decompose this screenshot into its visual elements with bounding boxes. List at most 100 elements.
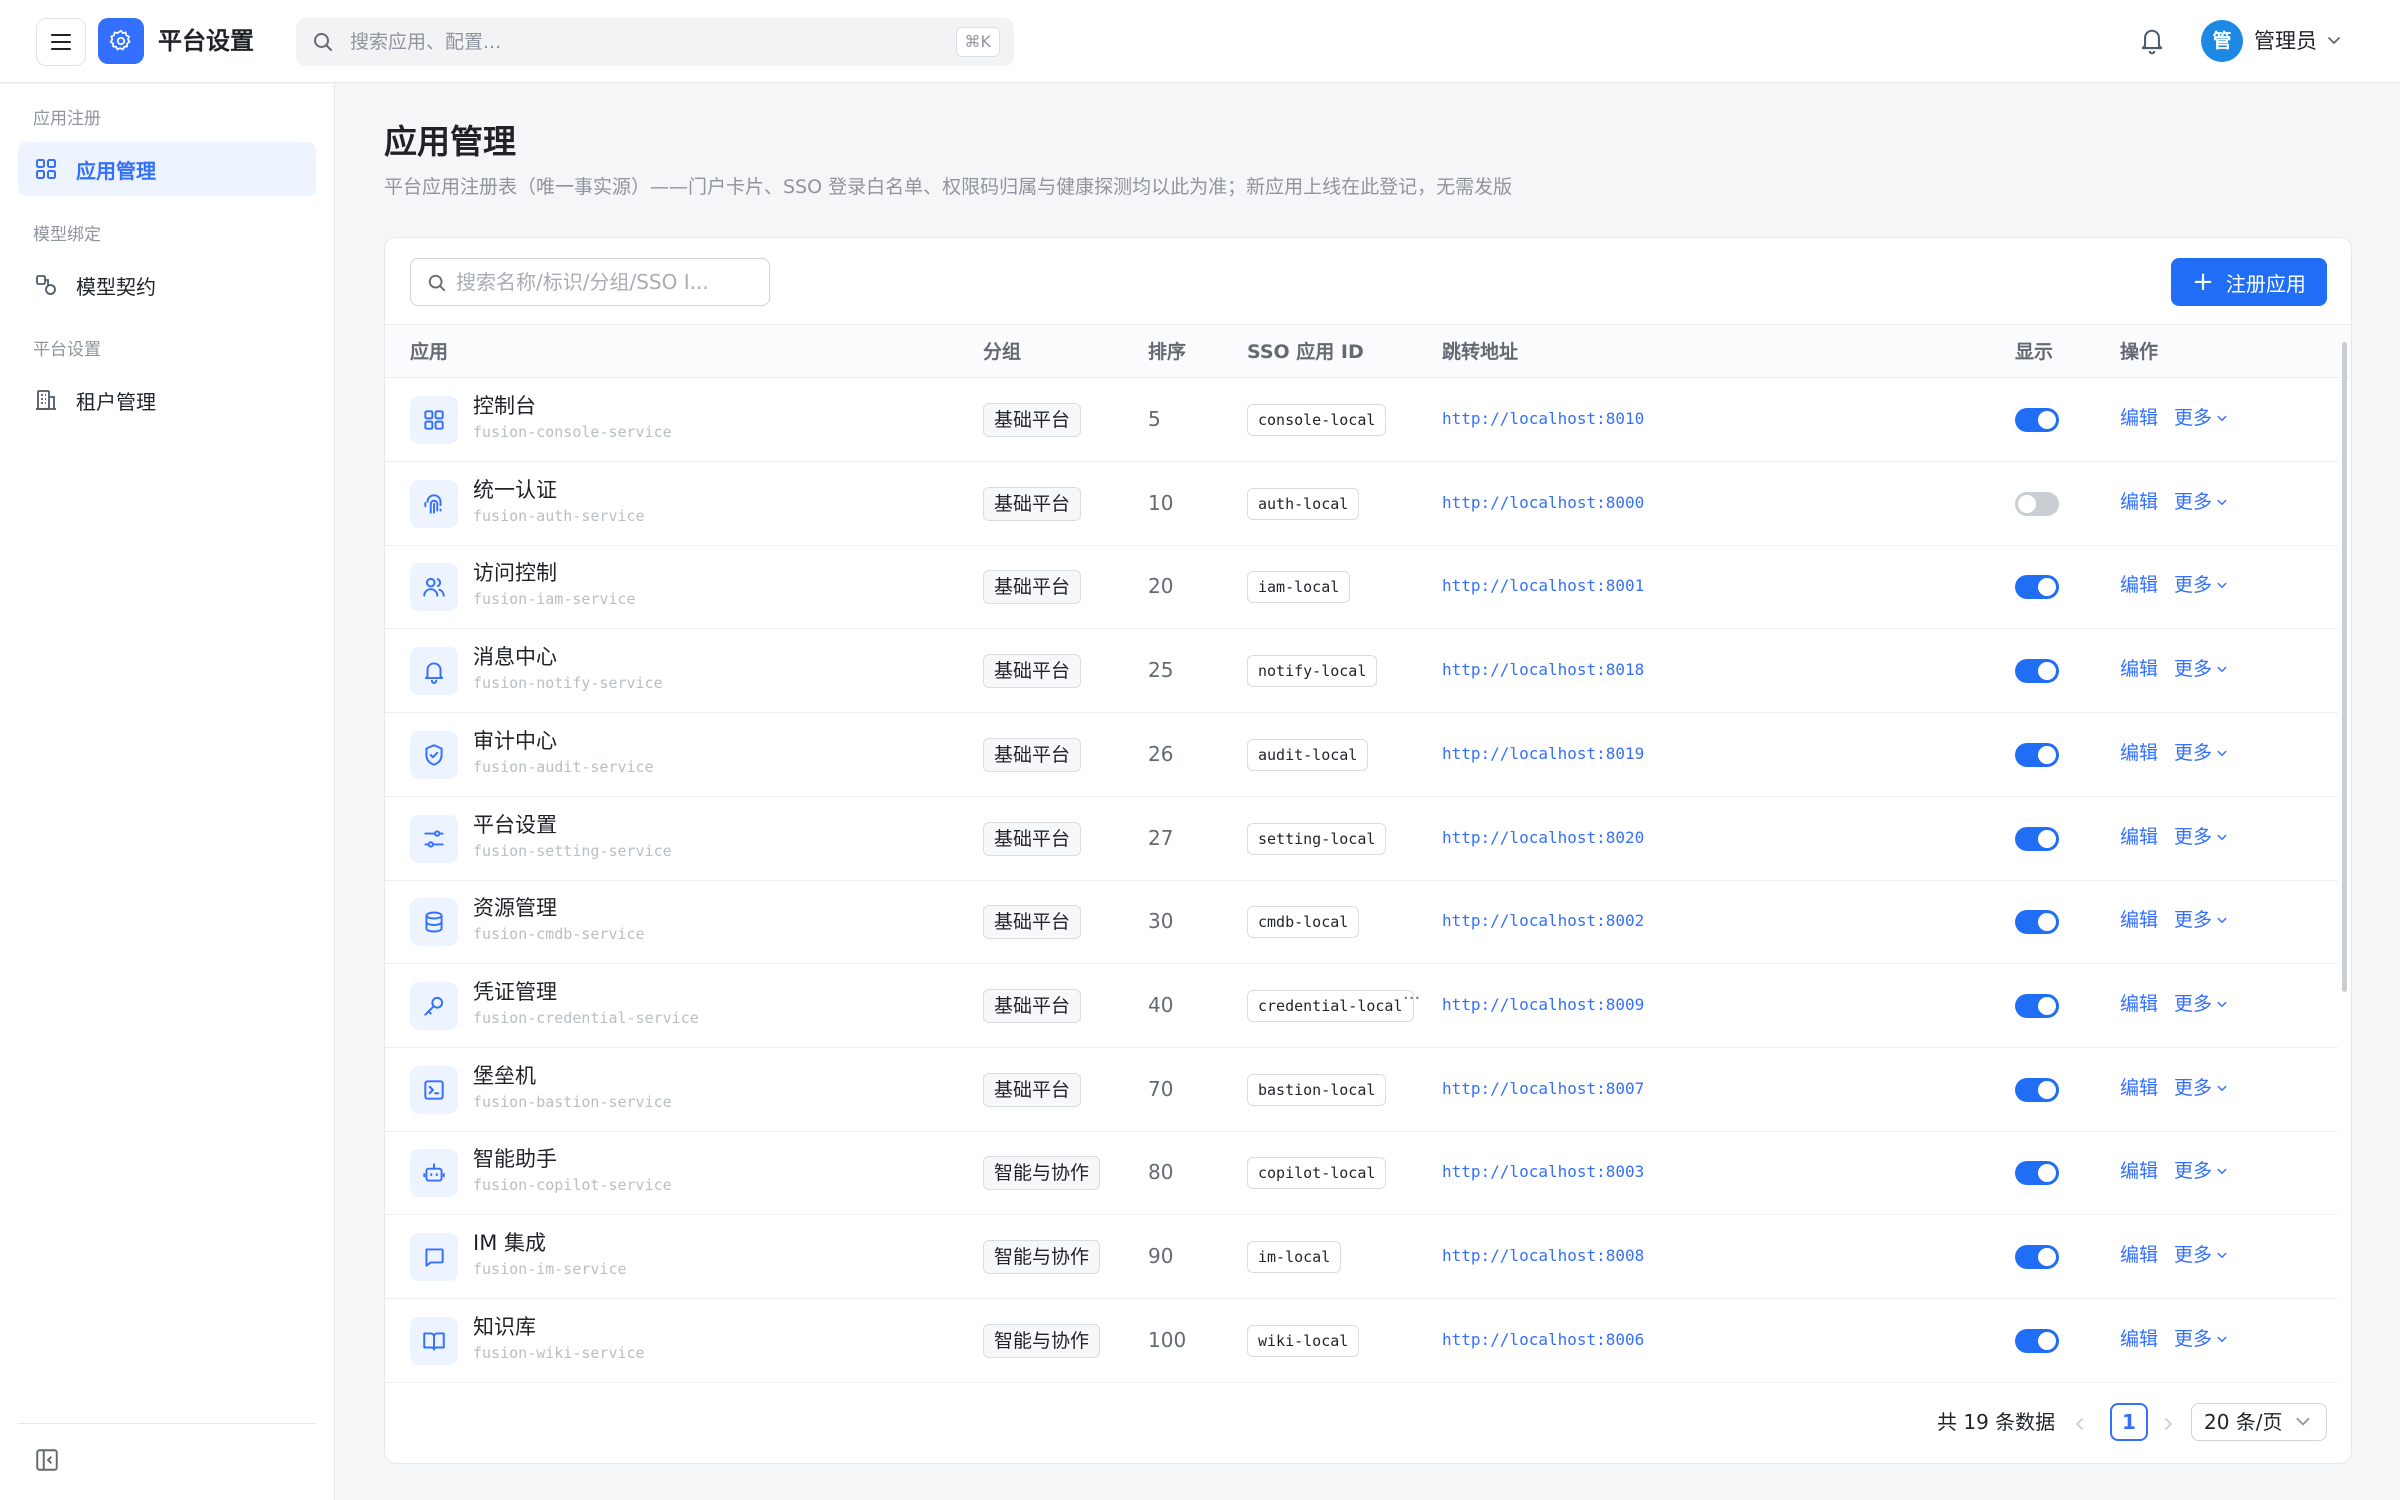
- visibility-toggle[interactable]: [2015, 910, 2059, 935]
- app-name: 控制台: [473, 394, 536, 418]
- redirect-url-link[interactable]: http://localhost:8002: [1442, 910, 1644, 932]
- sidebar-item-tenant-management[interactable]: 租户管理: [18, 373, 316, 427]
- sidebar-item-model-contract[interactable]: 模型契约: [18, 258, 316, 312]
- redirect-url-link[interactable]: http://localhost:8018: [1442, 659, 1644, 681]
- user-name[interactable]: 管理员: [2254, 27, 2317, 55]
- app-icon-badge: [410, 479, 458, 528]
- edit-link[interactable]: 编辑: [2120, 824, 2158, 850]
- visibility-toggle[interactable]: [2015, 1161, 2059, 1186]
- more-dropdown[interactable]: 更多: [2174, 991, 2212, 1017]
- visibility-toggle[interactable]: [2015, 491, 2059, 516]
- sso-app-id-tag: bastion-local: [1247, 1073, 1387, 1106]
- more-dropdown[interactable]: 更多: [2174, 572, 2212, 598]
- chevron-down-icon[interactable]: [2216, 747, 2228, 759]
- group-tag: 基础平台: [983, 821, 1082, 856]
- visibility-toggle[interactable]: [2015, 742, 2059, 767]
- chevron-down-icon[interactable]: [2216, 1333, 2228, 1345]
- edit-link[interactable]: 编辑: [2120, 1242, 2158, 1268]
- table-row: IM 集成 fusion-im-service 智能与协作 90 im-local htt…: [385, 1215, 2338, 1299]
- sidebar-collapse-button[interactable]: [34, 1447, 60, 1477]
- redirect-url-link[interactable]: http://localhost:8003: [1442, 1161, 1644, 1183]
- visibility-toggle[interactable]: [2015, 575, 2059, 600]
- visibility-toggle[interactable]: [2015, 659, 2059, 684]
- edit-link[interactable]: 编辑: [2120, 489, 2158, 515]
- column-header-order: 排序: [1148, 341, 1187, 363]
- redirect-url-link[interactable]: http://localhost:8006: [1442, 1329, 1644, 1351]
- chevron-down-icon[interactable]: [2216, 412, 2228, 424]
- sso-app-id-tag: cmdb-local: [1247, 906, 1360, 939]
- chevron-down-icon[interactable]: [2326, 32, 2342, 48]
- edit-link[interactable]: 编辑: [2120, 572, 2158, 598]
- edit-link[interactable]: 编辑: [2120, 656, 2158, 682]
- chevron-down-icon[interactable]: [2216, 998, 2228, 1010]
- chevron-down-icon[interactable]: [2216, 663, 2228, 675]
- more-dropdown[interactable]: 更多: [2174, 656, 2212, 682]
- edit-link[interactable]: 编辑: [2120, 991, 2158, 1017]
- more-dropdown[interactable]: 更多: [2174, 1158, 2212, 1184]
- menu-button[interactable]: [36, 18, 86, 66]
- notification-button[interactable]: [2138, 25, 2166, 59]
- visibility-toggle[interactable]: [2015, 826, 2059, 851]
- edit-link[interactable]: 编辑: [2120, 740, 2158, 766]
- visibility-toggle[interactable]: [2015, 1328, 2059, 1353]
- register-app-button[interactable]: + 注册应用: [2171, 258, 2327, 306]
- more-dropdown[interactable]: 更多: [2174, 1326, 2212, 1352]
- sliders-icon: [424, 829, 444, 848]
- chevron-down-icon[interactable]: [2216, 579, 2228, 591]
- group-tag: 基础平台: [983, 1072, 1082, 1107]
- visibility-toggle[interactable]: [2015, 408, 2059, 432]
- chevron-down-icon[interactable]: [2216, 1082, 2228, 1094]
- chevron-down-icon[interactable]: [2216, 1249, 2228, 1261]
- order-value: 30: [1148, 909, 1174, 934]
- toggle-knob: [2038, 829, 2056, 848]
- key-icon: [424, 996, 444, 1016]
- table-search-input[interactable]: 搜索名称/标识/分组/SSO I...: [410, 258, 770, 306]
- table-row: 资源管理 fusion-cmdb-service 基础平台 30 cmdb-local h…: [385, 880, 2338, 965]
- sidebar-item-app-management[interactable]: 应用管理: [18, 142, 316, 196]
- more-dropdown[interactable]: 更多: [2174, 405, 2212, 431]
- avatar[interactable]: 管: [2201, 20, 2243, 62]
- sso-app-id-tag: notify-local: [1247, 655, 1378, 688]
- book-icon: [423, 1332, 445, 1351]
- more-dropdown[interactable]: 更多: [2174, 1075, 2212, 1101]
- pagination-current-page[interactable]: 1: [2110, 1403, 2148, 1441]
- chevron-down-icon[interactable]: [2216, 831, 2228, 843]
- more-dropdown[interactable]: 更多: [2174, 740, 2212, 766]
- more-dropdown[interactable]: 更多: [2174, 907, 2212, 933]
- page-size-select[interactable]: 20 条/页: [2191, 1403, 2327, 1441]
- redirect-url-link[interactable]: http://localhost:8000: [1442, 492, 1644, 514]
- visibility-toggle[interactable]: [2015, 1245, 2059, 1269]
- sso-app-id-tag: auth-local: [1247, 487, 1360, 520]
- visibility-toggle[interactable]: [2015, 993, 2059, 1018]
- more-dropdown[interactable]: 更多: [2174, 824, 2212, 850]
- toggle-knob: [2038, 662, 2056, 681]
- redirect-url-link[interactable]: http://localhost:8019: [1442, 743, 1644, 765]
- app-code: fusion-cmdb-service: [473, 925, 645, 944]
- chevron-right-icon[interactable]: [2161, 1416, 2175, 1432]
- redirect-url-link[interactable]: http://localhost:8008: [1442, 1245, 1644, 1267]
- redirect-url-link[interactable]: http://localhost:8010: [1442, 408, 1644, 430]
- bell-icon: [2141, 29, 2163, 55]
- more-tags-icon[interactable]: ···: [1403, 988, 1420, 1009]
- more-dropdown[interactable]: 更多: [2174, 1242, 2212, 1268]
- chevron-down-icon[interactable]: [2216, 496, 2228, 508]
- chevron-down-icon[interactable]: [2216, 1165, 2228, 1177]
- table-scrollbar[interactable]: [2339, 324, 2351, 1384]
- redirect-url-link[interactable]: http://localhost:8009: [1442, 994, 1644, 1016]
- redirect-url-link[interactable]: http://localhost:8020: [1442, 827, 1644, 849]
- chevron-down-icon[interactable]: [2216, 914, 2228, 926]
- sso-app-id-tag: credential-local: [1247, 989, 1414, 1022]
- scrollbar-thumb[interactable]: [2342, 342, 2347, 992]
- edit-link[interactable]: 编辑: [2120, 907, 2158, 933]
- edit-link[interactable]: 编辑: [2120, 1158, 2158, 1184]
- edit-link[interactable]: 编辑: [2120, 405, 2158, 431]
- edit-link[interactable]: 编辑: [2120, 1075, 2158, 1101]
- more-dropdown[interactable]: 更多: [2174, 489, 2212, 515]
- redirect-url-link[interactable]: http://localhost:8001: [1442, 575, 1644, 597]
- chevron-left-icon[interactable]: [2073, 1416, 2087, 1432]
- global-search[interactable]: 搜索应用、配置... ⌘K: [296, 18, 1014, 66]
- visibility-toggle[interactable]: [2015, 1077, 2059, 1102]
- table-row: 知识库 fusion-wiki-service 智能与协作 100 wiki-local…: [385, 1299, 2338, 1383]
- redirect-url-link[interactable]: http://localhost:8007: [1442, 1078, 1644, 1100]
- edit-link[interactable]: 编辑: [2120, 1326, 2158, 1352]
